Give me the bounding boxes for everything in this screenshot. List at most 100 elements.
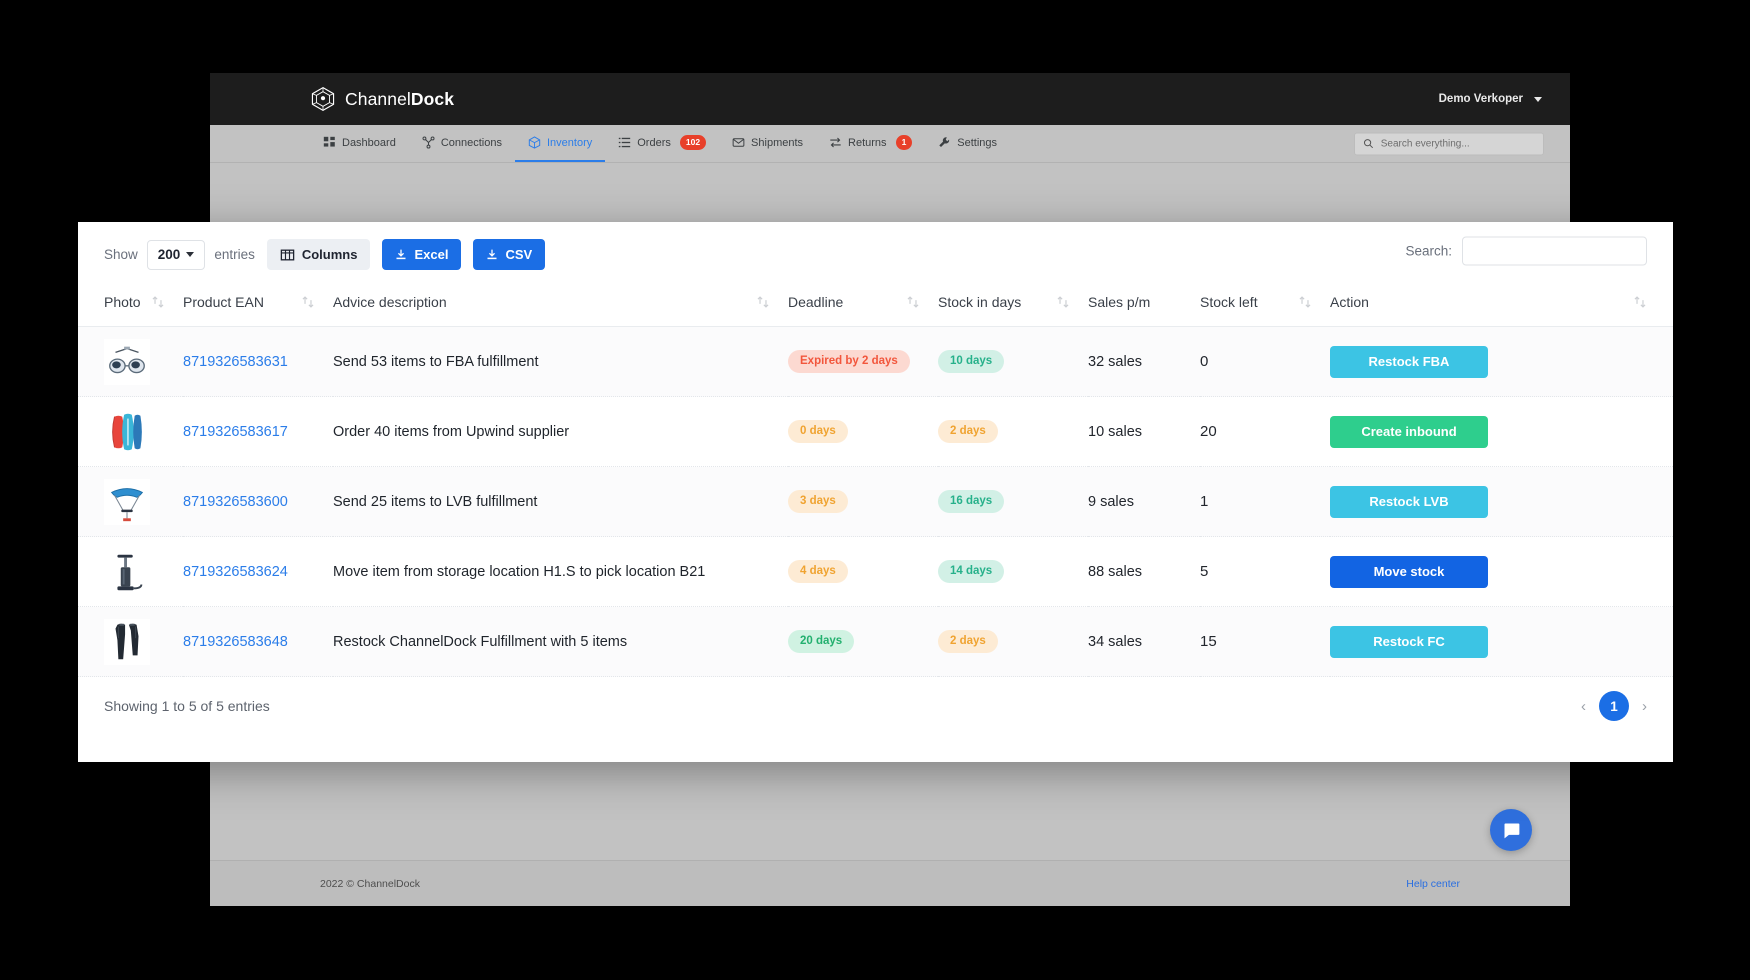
advice-text: Send 25 items to LVB fulfillment — [333, 494, 538, 510]
table-head: Photo Product EAN Advice description Dea… — [78, 280, 1673, 327]
main-nav: Dashboard Connections Inventory Orders 1… — [210, 125, 1570, 163]
stock-left-value: 0 — [1200, 353, 1209, 370]
brand-light: Channel — [345, 88, 411, 109]
table-footer: Showing 1 to 5 of 5 entries ‹ 1 › — [78, 677, 1673, 737]
channeldock-logo-icon — [311, 86, 335, 112]
connections-icon — [422, 136, 435, 149]
user-menu[interactable]: Demo Verkoper — [1439, 93, 1542, 105]
product-ean-link[interactable]: 8719326583648 — [183, 634, 288, 650]
table-search-label: Search: — [1405, 243, 1452, 259]
chevron-down-icon — [1534, 96, 1542, 102]
pagination-page-1-button[interactable]: 1 — [1599, 691, 1629, 721]
table-search-input[interactable] — [1462, 236, 1647, 266]
chat-icon — [1504, 823, 1519, 838]
showing-entries-label: Showing 1 to 5 of 5 entries — [104, 698, 270, 714]
list-icon — [619, 137, 631, 148]
action-button[interactable]: Restock FBA — [1330, 345, 1488, 378]
search-icon — [1363, 139, 1374, 149]
nav-item-returns[interactable]: Returns 1 — [816, 125, 925, 162]
cell-action: Restock LVB — [1330, 466, 1673, 537]
nav-label: Orders — [637, 136, 671, 149]
product-ean-link[interactable]: 8719326583624 — [183, 564, 288, 580]
orders-count-badge: 102 — [679, 134, 707, 151]
pagination-prev-button[interactable]: ‹ — [1581, 698, 1586, 715]
nav-item-connections[interactable]: Connections — [409, 125, 515, 162]
th-label: Action — [1330, 294, 1369, 310]
export-csv-button[interactable]: CSV — [473, 239, 546, 270]
stock-left-value: 5 — [1200, 563, 1209, 580]
th-deadline[interactable]: Deadline — [788, 280, 938, 327]
nav-label: Connections — [440, 136, 502, 149]
action-button[interactable]: Restock LVB — [1330, 485, 1488, 518]
product-ean-link[interactable]: 8719326583631 — [183, 354, 288, 370]
th-photo[interactable]: Photo — [78, 280, 183, 327]
returns-icon — [830, 137, 841, 148]
cell-action: Restock FC — [1330, 606, 1673, 677]
nav-item-inventory[interactable]: Inventory — [514, 125, 606, 162]
cell-product-ean: 8719326583617 — [183, 396, 333, 467]
nav-label: Returns — [848, 136, 887, 149]
th-label: Sales p/m — [1088, 294, 1151, 310]
nav-item-dashboard[interactable]: Dashboard — [310, 125, 409, 162]
global-search[interactable] — [1354, 132, 1544, 155]
nav-item-shipments[interactable]: Shipments — [719, 125, 816, 162]
th-stock-in-days[interactable]: Stock in days — [938, 280, 1088, 327]
sort-icon — [1299, 296, 1311, 308]
brand-logo-group[interactable]: ChannelDock — [310, 86, 454, 112]
stock-left-value: 15 — [1200, 633, 1217, 650]
footer-copyright: 2022 © ChannelDock — [320, 877, 420, 890]
th-stock-left[interactable]: Stock left — [1200, 280, 1330, 327]
th-advice-description[interactable]: Advice description — [333, 280, 788, 327]
product-ean-link[interactable]: 8719326583617 — [183, 424, 288, 440]
th-sales-pm[interactable]: Sales p/m — [1088, 280, 1200, 327]
cell-photo — [78, 326, 183, 397]
wetsuit-photo — [104, 618, 183, 665]
sales-value: 9 sales — [1088, 494, 1134, 510]
product-ean-link[interactable]: 8719326583600 — [183, 494, 288, 510]
grid-icon — [323, 136, 335, 147]
sort-icon — [302, 296, 314, 308]
action-button[interactable]: Restock FC — [1330, 625, 1488, 658]
sort-icon — [1057, 296, 1069, 308]
cell-sales-pm: 88 sales — [1088, 536, 1200, 607]
box-icon — [528, 136, 541, 149]
export-excel-label: Excel — [414, 247, 449, 262]
columns-button[interactable]: Columns — [266, 239, 371, 270]
sales-value: 34 sales — [1088, 634, 1143, 650]
global-search-input[interactable] — [1380, 138, 1535, 149]
intercom-launcher-button[interactable] — [1490, 809, 1532, 851]
cell-stock-in-days: 2 days — [938, 606, 1088, 677]
brand-bold: Dock — [410, 88, 455, 109]
cell-stock-left: 15 — [1200, 606, 1330, 677]
nav-item-settings[interactable]: Settings — [925, 125, 1010, 162]
cell-stock-in-days: 10 days — [938, 326, 1088, 397]
table-row: 8719326583631 Send 53 items to FBA fulfil… — [78, 326, 1673, 397]
th-product-ean[interactable]: Product EAN — [183, 280, 333, 327]
shipment-icon — [732, 138, 745, 147]
table-search: Search: — [1405, 236, 1647, 266]
advice-text: Order 40 items from Upwind supplier — [333, 424, 570, 440]
columns-icon — [280, 249, 295, 260]
action-button[interactable]: Create inbound — [1330, 415, 1488, 448]
cell-sales-pm: 9 sales — [1088, 466, 1200, 537]
page-length-select[interactable]: 200 — [146, 239, 206, 270]
action-button[interactable]: Move stock — [1330, 555, 1488, 588]
sales-value: 88 sales — [1088, 564, 1143, 580]
cell-advice-description: Order 40 items from Upwind supplier — [333, 396, 788, 467]
cell-deadline: 4 days — [788, 536, 938, 607]
pagination-next-button[interactable]: › — [1642, 698, 1647, 715]
page-length-value: 200 — [157, 247, 181, 262]
th-label: Product EAN — [183, 294, 264, 310]
export-excel-button[interactable]: Excel — [382, 239, 462, 270]
cell-sales-pm: 32 sales — [1088, 326, 1200, 397]
th-label: Stock in days — [938, 294, 1022, 310]
nav-item-orders[interactable]: Orders 102 — [605, 125, 719, 162]
help-center-link[interactable]: Help center — [1406, 878, 1460, 890]
nav-label: Shipments — [751, 136, 804, 149]
stock-in-days-badge: 2 days — [938, 419, 998, 444]
cell-stock-left: 5 — [1200, 536, 1330, 607]
cell-deadline: 20 days — [788, 606, 938, 677]
advice-text: Send 53 items to FBA fulfillment — [333, 354, 539, 370]
nav-label: Settings — [957, 136, 998, 149]
th-action[interactable]: Action — [1330, 280, 1673, 327]
